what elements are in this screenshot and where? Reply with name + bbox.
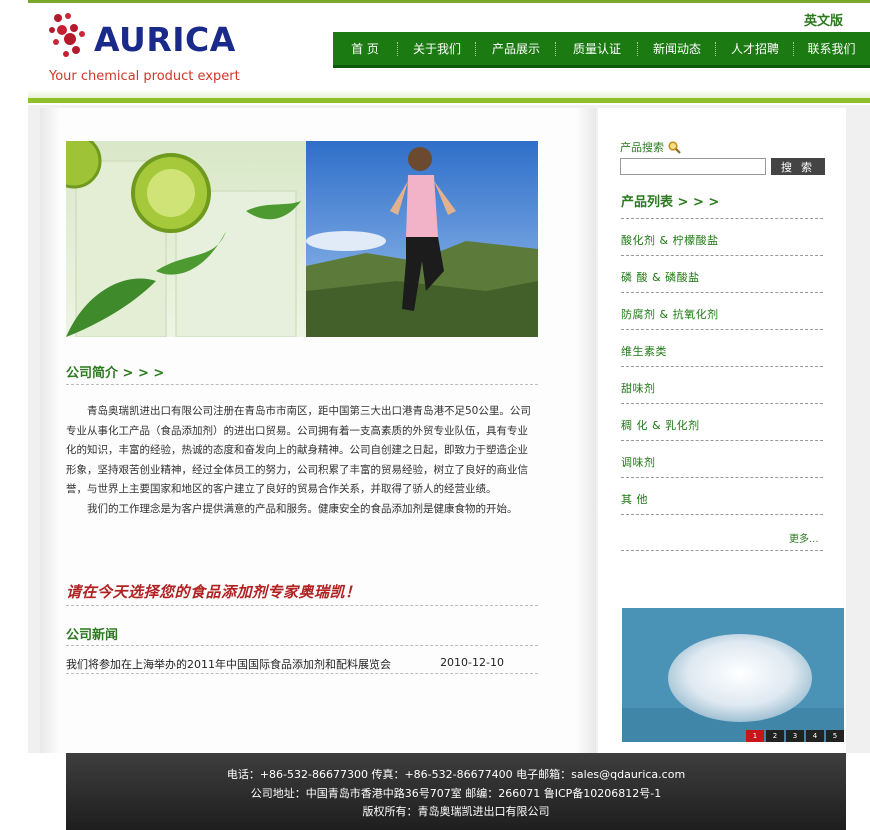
logo[interactable]: AURICA Your chemical product expert (46, 12, 276, 88)
intro-paragraph-2: 我们的工作理念是为客户提供满意的产品和服务。健康安全的食品添加剂是健康食物的开始… (87, 502, 518, 515)
hero-banner (66, 141, 538, 337)
slide-1-button[interactable]: 1 (746, 730, 764, 742)
divider (621, 477, 823, 478)
more-products-link[interactable]: 更多... (789, 530, 819, 545)
category-vitamins[interactable]: 维生素类 (621, 343, 667, 359)
divider (66, 645, 538, 646)
slide-2-button[interactable]: 2 (766, 730, 784, 742)
nav-news[interactable]: 新闻动态 (639, 32, 715, 65)
divider (621, 255, 823, 256)
divider (621, 550, 823, 551)
main-nav: 首 页 关于我们 产品展示 质量认证 新闻动态 人才招聘 联系我们 (333, 32, 870, 68)
category-acidulants[interactable]: 酸化剂 & 柠檬酸盐 (621, 232, 719, 248)
nav-home[interactable]: 首 页 (333, 32, 397, 65)
news-item[interactable]: 我们将参加在上海举办的2011年中国国际食品添加剂和配料展览会 2010-12-… (66, 656, 538, 672)
nav-about[interactable]: 关于我们 (399, 32, 475, 65)
news-title: 公司新闻 (66, 628, 119, 643)
molecule-logo-icon (49, 13, 85, 57)
product-search-label: 产品搜索 (620, 139, 681, 155)
divider (66, 384, 538, 385)
company-intro: 青岛奥瑞凯进出口有限公司注册在青岛市市南区，距中国第三大出口港青岛港不足50公里… (66, 402, 538, 519)
page: AURICA Your chemical product expert 英文版 … (0, 0, 870, 830)
nav-contact[interactable]: 联系我们 (795, 32, 868, 65)
divider (621, 440, 823, 441)
search-icon (668, 140, 681, 154)
news-headline[interactable]: 我们将参加在上海举办的2011年中国国际食品添加剂和配料展览会 (66, 656, 391, 672)
banner-photo (66, 141, 538, 337)
category-flavorings[interactable]: 调味剂 (621, 454, 656, 470)
slogan-banner: 请在今天选择您的食品添加剂专家奥瑞凯！ (66, 583, 361, 601)
footer-copyright: 版权所有：青岛奥瑞凯进出口有限公司 (362, 805, 550, 818)
product-photo (622, 608, 844, 742)
category-sweeteners[interactable]: 甜味剂 (621, 380, 656, 396)
divider (621, 218, 823, 219)
category-preservatives[interactable]: 防腐剂 & 抗氧化剂 (621, 306, 719, 322)
slide-4-button[interactable]: 4 (806, 730, 824, 742)
slide-5-button[interactable]: 5 (826, 730, 844, 742)
divider (621, 292, 823, 293)
slideshow-pager: 1 2 3 4 5 (746, 730, 844, 742)
brand-name: AURICA (94, 20, 236, 59)
divider (66, 605, 538, 606)
english-version-link[interactable]: 英文版 (804, 10, 843, 29)
news-date: 2010-12-10 (440, 656, 504, 669)
product-slideshow[interactable]: 1 2 3 4 5 (622, 608, 844, 742)
intro-paragraph-1: 青岛奥瑞凯进出口有限公司注册在青岛市市南区，距中国第三大出口港青岛港不足50公里… (66, 405, 531, 495)
divider (621, 366, 823, 367)
product-list-title: 产品列表 > > > (621, 195, 720, 210)
slide-3-button[interactable]: 3 (786, 730, 804, 742)
intro-title: 公司简介 > > > (66, 366, 165, 381)
header-band (28, 90, 870, 98)
search-input[interactable] (620, 158, 766, 175)
nav-jobs[interactable]: 人才招聘 (717, 32, 793, 65)
footer: 电话：+86-532-86677300 传真：+86-532-86677400 … (66, 753, 846, 830)
category-others[interactable]: 其 他 (621, 491, 648, 507)
footer-address: 公司地址：中国青岛市香港中路36号707室 邮编：266071 鲁ICP备102… (250, 787, 662, 800)
divider (621, 329, 823, 330)
divider (621, 403, 823, 404)
nav-quality[interactable]: 质量认证 (557, 32, 637, 65)
search-label-text: 产品搜索 (620, 141, 664, 154)
search-button[interactable]: 搜 索 (771, 158, 825, 175)
category-thickeners[interactable]: 稠 化 & 乳化剂 (621, 417, 700, 433)
footer-contact: 电话：+86-532-86677300 传真：+86-532-86677400 … (226, 768, 686, 781)
category-phosphates[interactable]: 磷 酸 & 磷酸盐 (621, 269, 700, 285)
nav-products[interactable]: 产品展示 (477, 32, 555, 65)
divider (621, 514, 823, 515)
brand-slogan: Your chemical product expert (49, 69, 240, 84)
divider (66, 673, 538, 674)
header-divider (28, 98, 870, 103)
